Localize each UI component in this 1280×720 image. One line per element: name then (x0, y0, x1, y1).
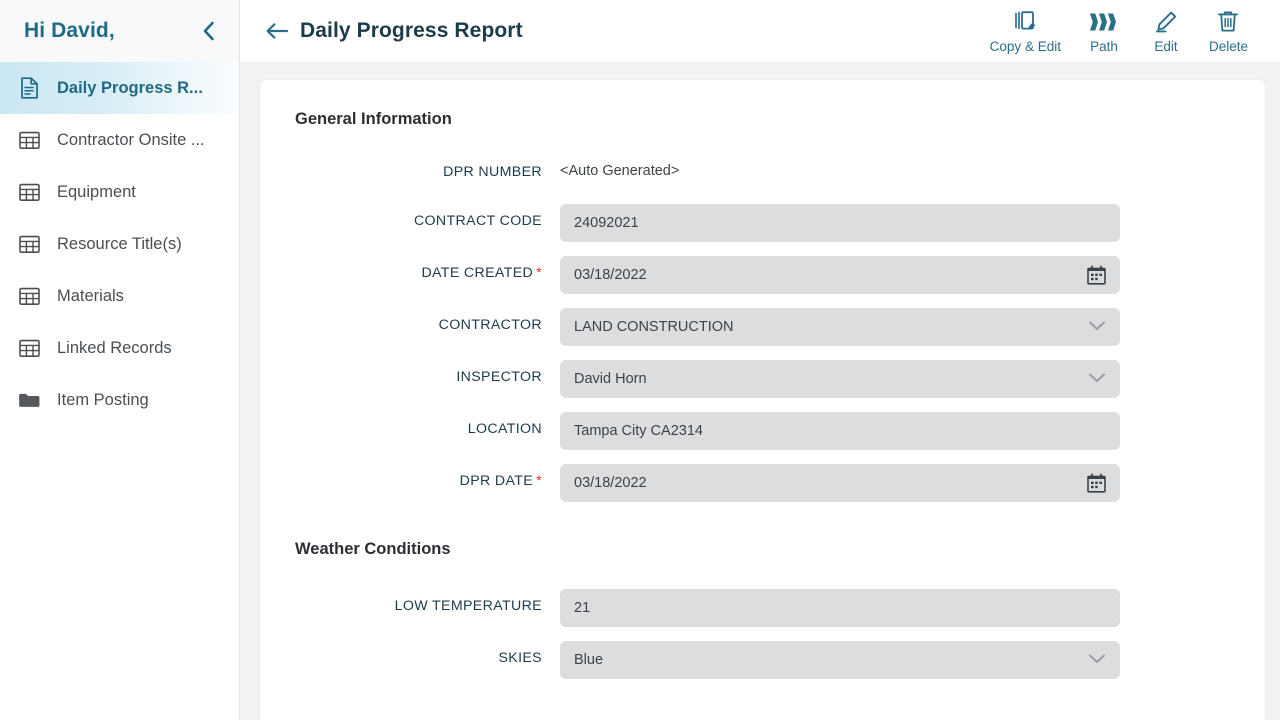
field-label: LOCATION (467, 421, 542, 437)
chevron-down-icon[interactable] (1088, 371, 1106, 389)
field-label: DPR DATE * (260, 464, 560, 489)
chevron-down-icon[interactable] (1088, 319, 1106, 337)
sidebar: Hi David, Daily Progress R... Contractor… (0, 0, 240, 720)
chevron-down-icon[interactable] (1088, 652, 1106, 670)
sidebar-item-linked-records[interactable]: Linked Records (0, 322, 239, 374)
sidebar-item-resource-titles[interactable]: Resource Title(s) (0, 218, 239, 270)
field-control: Blue (560, 641, 1120, 679)
field-row-dpr-number: DPR NUMBER <Auto Generated> (260, 155, 1265, 180)
field-row-low-temperature: LOW TEMPERATURE 21 (260, 589, 1265, 627)
field-control: David Horn (560, 360, 1120, 398)
sidebar-item-label: Equipment (57, 182, 136, 201)
table-icon (18, 233, 40, 255)
table-icon (18, 129, 40, 151)
path-chevrons-icon (1089, 8, 1119, 36)
field-control: LAND CONSTRUCTION (560, 308, 1120, 346)
field-label: INSPECTOR (456, 369, 542, 385)
field-control: <Auto Generated> (560, 155, 1120, 179)
dpr-date-input[interactable]: 03/18/2022 (560, 464, 1120, 502)
copy-edit-icon (1013, 8, 1037, 36)
field-label-text: DPR DATE (459, 473, 534, 489)
field-row-date-created: DATE CREATED * 03/18/2022 (260, 256, 1265, 294)
copy-and-edit-button[interactable]: Copy & Edit (978, 8, 1073, 54)
field-label: CONTRACT CODE (413, 213, 542, 229)
inspector-select[interactable]: David Horn (560, 360, 1120, 398)
field-row-contract-code: CONTRACT CODE 24092021 (260, 204, 1265, 242)
sidebar-item-label: Materials (57, 286, 124, 305)
contractor-select[interactable]: LAND CONSTRUCTION (560, 308, 1120, 346)
tool-label: Edit (1154, 39, 1178, 54)
top-toolbar: Daily Progress Report Copy & Edit Path E… (240, 0, 1280, 62)
sidebar-item-daily-progress-report[interactable]: Daily Progress R... (0, 62, 239, 114)
edit-button[interactable]: Edit (1135, 8, 1197, 54)
field-row-skies: SKIES Blue (260, 641, 1265, 679)
sidebar-header: Hi David, (0, 0, 239, 62)
sidebar-item-label: Resource Title(s) (57, 234, 182, 253)
main-area: Daily Progress Report Copy & Edit Path E… (240, 0, 1280, 720)
required-asterisk: * (536, 473, 542, 489)
chevron-left-icon[interactable] (195, 18, 221, 44)
content-scroll-area[interactable]: General Information DPR NUMBER <Auto Gen… (240, 62, 1280, 720)
document-icon (18, 77, 40, 99)
sidebar-item-label: Item Posting (57, 390, 149, 409)
page-title: Daily Progress Report (300, 19, 523, 42)
path-button[interactable]: Path (1073, 8, 1135, 54)
field-control: 03/18/2022 (560, 464, 1120, 502)
low-temperature-input[interactable]: 21 (560, 589, 1120, 627)
date-created-input[interactable]: 03/18/2022 (560, 256, 1120, 294)
field-control: 21 (560, 589, 1120, 627)
field-label: DATE CREATED * (260, 256, 560, 281)
trash-icon (1217, 8, 1239, 36)
calendar-icon[interactable] (1084, 471, 1108, 495)
field-row-location: LOCATION Tampa City CA2314 (260, 412, 1265, 450)
folder-icon (18, 389, 40, 411)
sidebar-item-label: Contractor Onsite ... (57, 130, 205, 149)
field-row-inspector: INSPECTOR David Horn (260, 360, 1265, 398)
field-label: SKIES (498, 650, 542, 666)
location-input[interactable]: Tampa City CA2314 (560, 412, 1120, 450)
sidebar-item-equipment[interactable]: Equipment (0, 166, 239, 218)
table-icon (18, 337, 40, 359)
sidebar-item-item-posting[interactable]: Item Posting (0, 374, 239, 426)
dpr-number-value: <Auto Generated> (560, 163, 680, 179)
delete-button[interactable]: Delete (1197, 8, 1260, 54)
sidebar-nav: Daily Progress R... Contractor Onsite ..… (0, 62, 239, 426)
tool-label: Copy & Edit (989, 39, 1061, 54)
sidebar-item-label: Linked Records (57, 338, 172, 357)
arrow-left-icon[interactable] (262, 16, 292, 46)
field-label: DPR NUMBER (443, 164, 542, 180)
greeting-text: Hi David, (24, 19, 115, 42)
field-label: LOW TEMPERATURE (394, 598, 542, 614)
form-card: General Information DPR NUMBER <Auto Gen… (260, 80, 1265, 720)
action-toolbar: Copy & Edit Path Edit Delete (978, 8, 1260, 54)
sidebar-item-contractor-onsite[interactable]: Contractor Onsite ... (0, 114, 239, 166)
pencil-icon (1154, 8, 1178, 36)
sidebar-item-label: Daily Progress R... (57, 78, 203, 97)
field-row-dpr-date: DPR DATE * 03/18/2022 (260, 464, 1265, 502)
field-label: CONTRACTOR (438, 317, 542, 333)
field-control: 03/18/2022 (560, 256, 1120, 294)
app-root: Hi David, Daily Progress R... Contractor… (0, 0, 1280, 720)
contract-code-input[interactable]: 24092021 (560, 204, 1120, 242)
required-asterisk: * (536, 265, 542, 281)
field-control: 24092021 (560, 204, 1120, 242)
calendar-icon[interactable] (1084, 263, 1108, 287)
section-title-general-information: General Information (295, 110, 452, 128)
table-icon (18, 181, 40, 203)
tool-label: Path (1090, 39, 1118, 54)
section-title-weather-conditions: Weather Conditions (295, 540, 451, 558)
tool-label: Delete (1208, 39, 1248, 54)
sidebar-item-materials[interactable]: Materials (0, 270, 239, 322)
skies-select[interactable]: Blue (560, 641, 1120, 679)
field-label-text: DATE CREATED (421, 265, 534, 281)
field-control: Tampa City CA2314 (560, 412, 1120, 450)
field-row-contractor: CONTRACTOR LAND CONSTRUCTION (260, 308, 1265, 346)
table-icon (18, 285, 40, 307)
